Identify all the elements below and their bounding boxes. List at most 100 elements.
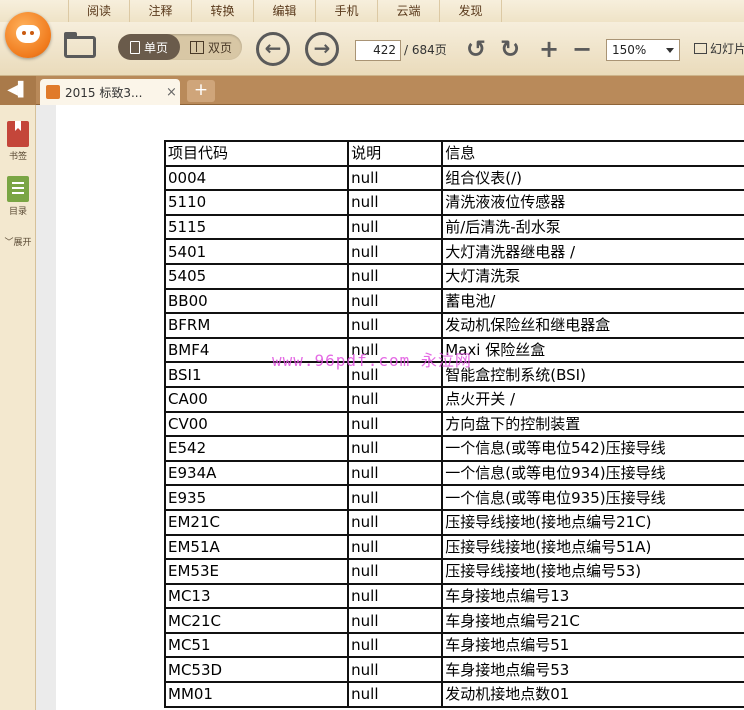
table-cell: 5405 bbox=[163, 262, 350, 290]
data-table: 项目代码 说明 信息 0004 null 组合仪表(/) 5110 null 清洗液液位传… bbox=[163, 140, 744, 708]
single-page-icon bbox=[129, 40, 140, 54]
table-cell: 车身接地点编号13 bbox=[441, 582, 744, 610]
expand-button[interactable]: ﹀展开 bbox=[0, 235, 36, 248]
table-cell: null bbox=[347, 189, 444, 216]
arrow-right-icon: → bbox=[313, 36, 331, 60]
next-page-button[interactable]: → bbox=[305, 32, 339, 66]
table-cell: null bbox=[347, 459, 444, 487]
double-page-button[interactable]: 双页 bbox=[180, 34, 242, 60]
menu-tab[interactable]: 转换 bbox=[192, 0, 254, 22]
table-cell: null bbox=[347, 681, 444, 708]
table-cell: 0004 bbox=[163, 164, 350, 192]
table-cell: EM53E bbox=[163, 558, 350, 585]
menu-tab[interactable]: 注释 bbox=[130, 0, 192, 22]
table-cell: null bbox=[347, 508, 444, 536]
table-cell: 车身接地点编号53 bbox=[441, 656, 744, 684]
table-cell: 前/后清洗-刮水泵 bbox=[441, 213, 744, 241]
zoom-out-icon[interactable]: − bbox=[569, 36, 595, 62]
table-cell: CA00 bbox=[163, 385, 350, 413]
bookmark-icon bbox=[7, 121, 29, 147]
document-tab-title: 2015 标致3... bbox=[65, 85, 143, 100]
table-row: MC53D null 车身接地点编号53 bbox=[163, 656, 744, 684]
table-cell: null bbox=[347, 410, 444, 438]
table-row: 5401 null 大灯清洗器继电器 / bbox=[163, 238, 744, 265]
table-cell: MM01 bbox=[163, 681, 350, 708]
table-cell: null bbox=[347, 656, 444, 684]
table-cell: 大灯清洗器继电器 / bbox=[441, 238, 744, 265]
app-logo-icon[interactable] bbox=[5, 12, 51, 58]
table-row: CV00 null 方向盘下的控制装置 bbox=[163, 410, 744, 438]
table-cell: 发动机保险丝和继电器盒 bbox=[441, 312, 744, 339]
new-tab-button[interactable]: + bbox=[187, 80, 215, 102]
table-cell: 车身接地点编号21C bbox=[441, 607, 744, 634]
table-cell: 蓄电池/ bbox=[441, 287, 744, 315]
table-cell: 发动机接地点数01 bbox=[441, 681, 744, 708]
table-cell: 车身接地点编号51 bbox=[441, 631, 744, 659]
arrow-left-icon: ← bbox=[264, 36, 282, 60]
open-folder-icon[interactable] bbox=[64, 32, 98, 58]
header-cell: 说明 bbox=[347, 140, 444, 167]
back-arrow-icon: ◀▌ bbox=[7, 82, 29, 98]
table-cell: 一个信息(或等电位934)压接导线 bbox=[441, 459, 744, 487]
table-row: EM51A null 压接导线接地(接地点编号51A) bbox=[163, 533, 744, 561]
table-cell: null bbox=[347, 385, 444, 413]
table-row: E935 null 一个信息(或等电位935)压接导线 bbox=[163, 484, 744, 511]
table-row: 5405 null 大灯清洗泵 bbox=[163, 262, 744, 290]
table-cell: BFRM bbox=[163, 312, 350, 339]
rotate-right-icon[interactable]: ↻ bbox=[497, 36, 523, 62]
menu-tab[interactable]: 编辑 bbox=[254, 0, 316, 22]
table-cell: null bbox=[347, 164, 444, 192]
slideshow-button[interactable]: 幻灯片 bbox=[694, 40, 744, 57]
double-page-label: 双页 bbox=[207, 40, 232, 55]
document-tab-bar: ◀▌ 2015 标致3... × + bbox=[0, 76, 744, 105]
table-row: EM21C null 压接导线接地(接地点编号21C) bbox=[163, 508, 744, 536]
table-cell: E935 bbox=[163, 484, 350, 511]
single-page-button[interactable]: 单页 bbox=[118, 34, 180, 60]
table-cell: BB00 bbox=[163, 287, 350, 315]
chevron-down-icon bbox=[666, 48, 674, 53]
bookmarks-button[interactable]: 书签 bbox=[0, 121, 36, 162]
previous-page-button[interactable]: ← bbox=[256, 32, 290, 66]
table-cell: CV00 bbox=[163, 410, 350, 438]
table-cell: 大灯清洗泵 bbox=[441, 262, 744, 290]
toc-icon bbox=[7, 176, 29, 202]
table-row: MC13 null 车身接地点编号13 bbox=[163, 582, 744, 610]
header-cell: 信息 bbox=[441, 140, 744, 167]
table-cell: EM21C bbox=[163, 508, 350, 536]
double-page-icon bbox=[189, 40, 204, 54]
document-viewer[interactable]: 项目代码 说明 信息 0004 null 组合仪表(/) 5110 null 清洗液液位传… bbox=[36, 105, 744, 710]
single-page-label: 单页 bbox=[143, 40, 168, 55]
close-tab-icon[interactable]: × bbox=[166, 85, 177, 100]
menu-tab[interactable]: 云端 bbox=[378, 0, 440, 22]
slideshow-label: 幻灯片 bbox=[710, 42, 744, 56]
zoom-in-icon[interactable]: + bbox=[536, 36, 562, 62]
table-cell: 压接导线接地(接地点编号21C) bbox=[441, 508, 744, 536]
table-row: 0004 null 组合仪表(/) bbox=[163, 164, 744, 192]
toc-button[interactable]: 目录 bbox=[0, 176, 36, 217]
bookmarks-label: 书签 bbox=[8, 152, 27, 162]
menu-tab[interactable]: 阅读 bbox=[68, 0, 130, 22]
table-cell: MC51 bbox=[163, 631, 350, 659]
table-header-row: 项目代码 说明 信息 bbox=[163, 140, 744, 167]
table-row: CA00 null 点火开关 / bbox=[163, 385, 744, 413]
table-cell: 5115 bbox=[163, 213, 350, 241]
menu-tab[interactable]: 手机 bbox=[316, 0, 378, 22]
document-tab[interactable]: 2015 标致3... × bbox=[40, 79, 180, 105]
menu-tab[interactable]: 发现 bbox=[440, 0, 502, 22]
table-row: E934A null 一个信息(或等电位934)压接导线 bbox=[163, 459, 744, 487]
menu-bar: 阅读 注释 转换 编辑 手机 云端 发现 bbox=[0, 0, 744, 22]
table-cell: 智能盒控制系统(BSI) bbox=[441, 361, 744, 388]
pdf-page: 项目代码 说明 信息 0004 null 组合仪表(/) 5110 null 清洗液液位传… bbox=[56, 105, 744, 710]
rotate-left-icon[interactable]: ↺ bbox=[463, 36, 489, 62]
chevron-down-icon: ﹀ bbox=[4, 238, 14, 248]
table-row: 5110 null 清洗液液位传感器 bbox=[163, 189, 744, 216]
zoom-select[interactable]: 150% bbox=[606, 39, 680, 61]
page-number-input[interactable]: 422 bbox=[355, 40, 401, 61]
toolbar: 单页 双页 ← → 422 / 684页 ↺ ↻ + − 150% 幻灯片 bbox=[0, 12, 744, 76]
toc-label: 目录 bbox=[8, 207, 27, 217]
table-cell: 压接导线接地(接地点编号53) bbox=[441, 558, 744, 585]
table-cell: null bbox=[347, 238, 444, 265]
table-cell: 5401 bbox=[163, 238, 350, 265]
left-sidebar: 书签 目录 ﹀展开 bbox=[0, 105, 36, 710]
collapse-sidebar-button[interactable]: ◀▌ bbox=[0, 76, 36, 105]
